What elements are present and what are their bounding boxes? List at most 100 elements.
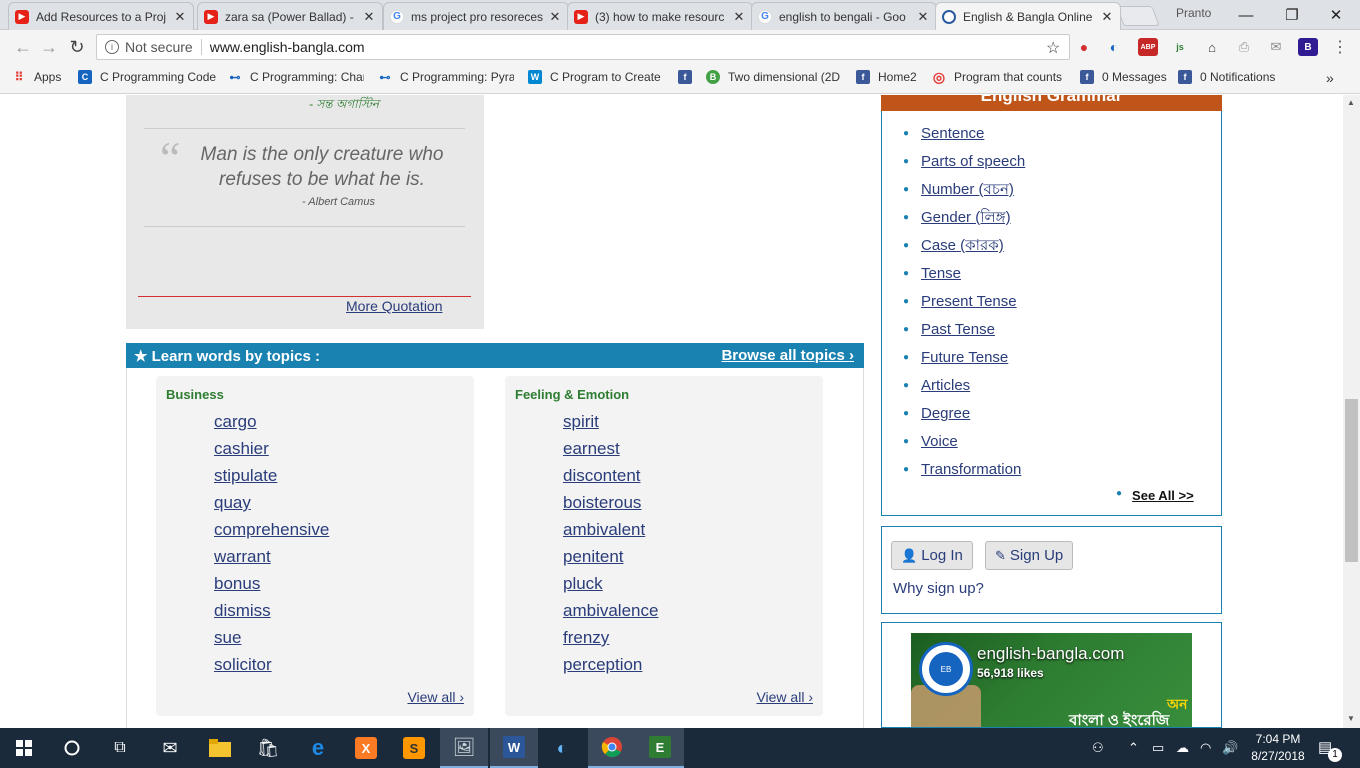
sublime-icon[interactable]: S [390,728,438,768]
close-icon[interactable]: ✕ [548,9,562,25]
people-icon[interactable]: ⚇ [1092,740,1104,756]
extension-b-icon[interactable]: B [1298,38,1318,56]
extension-mail-icon[interactable]: ✉ [1266,38,1286,56]
profile-name[interactable]: Pranto [1176,6,1211,20]
close-icon[interactable]: ✕ [1100,9,1114,25]
word-link[interactable]: cashier [214,439,269,458]
word-link[interactable]: ambivalence [563,601,658,620]
file-explorer-icon[interactable] [196,728,244,768]
close-icon[interactable]: ✕ [732,9,746,25]
grammar-link[interactable]: Parts of speech [921,152,1025,172]
word-link[interactable]: pluck [563,574,603,593]
reload-icon[interactable]: ↻ [66,36,88,58]
word-link[interactable]: cargo [214,412,257,431]
bookmarks-overflow-icon[interactable]: » [1326,70,1334,86]
word-link[interactable]: sue [214,628,241,647]
scroll-down-icon[interactable]: ▼ [1347,714,1355,723]
maximize-button[interactable]: ❐ [1272,2,1312,28]
word-link[interactable]: perception [563,655,642,674]
word-link[interactable]: warrant [214,547,271,566]
word-link[interactable]: comprehensive [214,520,329,539]
store-icon[interactable]: 🛍 [244,728,292,768]
signup-button[interactable]: ✎ Sign Up [985,541,1074,570]
menu-icon[interactable]: ⋮ [1330,38,1350,56]
word-link[interactable]: frenzy [563,628,609,647]
extension-bird-icon[interactable]: ◐ [1104,38,1124,56]
close-icon[interactable]: ✕ [362,9,376,25]
close-icon[interactable]: ✕ [173,9,187,25]
view-all-link[interactable]: View all › [407,689,464,705]
extension-red-icon[interactable]: ● [1074,38,1094,56]
word-icon[interactable]: W [490,728,538,768]
word-link[interactable]: quay [214,493,251,512]
back-arrow-icon[interactable]: ← [12,36,34,58]
bookmark-two-dimensional[interactable]: B Two dimensional (2D [706,70,844,84]
word-link[interactable]: discontent [563,466,641,485]
facebook-page-name[interactable]: english-bangla.com [977,644,1124,664]
extension-pdf-icon[interactable]: ⎙ [1234,38,1254,56]
word-link[interactable]: stipulate [214,466,277,485]
tab-2[interactable]: ▶ zara sa (Power Ballad) - ✕ [197,2,383,30]
search-circle-icon[interactable] [48,728,96,768]
bookmark-c-program-to-create[interactable]: W C Program to Create [528,70,662,84]
bookmark-notifications[interactable]: f 0 Notifications [1178,70,1282,84]
bookmark-star-icon[interactable]: ☆ [1046,38,1060,58]
bookmark-c-programming-pyra[interactable]: ⊷ C Programming: Pyra [378,70,515,84]
view-all-link[interactable]: View all › [756,689,813,705]
browse-all-topics-link[interactable]: Browse all topics › [721,347,854,364]
tab-3[interactable]: G ms project pro resoreces ✕ [383,2,569,30]
tab-5[interactable]: G english to bengali - Goo ✕ [751,2,937,30]
grammar-link[interactable]: Present Tense [921,292,1017,312]
chevron-up-icon[interactable]: ⌃ [1128,740,1139,756]
facebook-banner[interactable]: EB english-bangla.com 56,918 likes অন বা… [911,633,1192,727]
grammar-link[interactable]: Gender (লিঙ্গ) [921,208,1011,228]
edge-icon[interactable]: e [294,728,342,768]
extension-lock-icon[interactable]: ⌂ [1202,38,1222,56]
word-link[interactable]: dismiss [214,601,271,620]
excel-like-icon[interactable]: E [636,728,684,768]
adblock-icon[interactable]: ABP [1138,38,1158,56]
word-link[interactable]: solicitor [214,655,272,674]
grammar-link[interactable]: Tense [921,264,961,284]
word-link[interactable]: bonus [214,574,260,593]
grammar-link[interactable]: Voice [921,432,958,452]
see-all-link[interactable]: See All >> [1132,488,1194,503]
bookmark-home2[interactable]: f Home2 [856,70,920,84]
grammar-link[interactable]: Number (বচন) [921,180,1014,200]
forward-arrow-icon[interactable]: → [38,36,60,58]
word-link[interactable]: spirit [563,412,599,431]
word-link[interactable]: boisterous [563,493,641,512]
bookmark-program-that-counts[interactable]: ◎ Program that counts [932,70,1066,84]
window-close-button[interactable]: ✕ [1316,2,1356,28]
bookmark-c-programming-code[interactable]: C C Programming Code [78,70,216,84]
wifi-icon[interactable]: ◠ [1200,740,1211,756]
login-button[interactable]: 👤 Log In [891,541,973,570]
more-quotation-link[interactable]: More Quotation [346,298,443,314]
bird-app-icon[interactable]: ◐ [538,728,586,768]
tab-4[interactable]: ▶ (3) how to make resourc ✕ [567,2,753,30]
address-bar[interactable]: i Not secure www.english-bangla.com [96,34,1070,60]
mail-icon[interactable]: ✉ [146,728,194,768]
grammar-link[interactable]: Transformation [921,460,1021,480]
word-link[interactable]: earnest [563,439,620,458]
grammar-link[interactable]: Case (কারক) [921,236,1004,256]
grammar-link[interactable]: Future Tense [921,348,1008,368]
bookmark-apps[interactable]: ⠿ Apps [12,70,72,84]
xampp-icon[interactable]: X [342,728,390,768]
tab-1[interactable]: ▶ Add Resources to a Proj ✕ [8,2,194,30]
word-link[interactable]: ambivalent [563,520,645,539]
task-view-icon[interactable]: ⧉ [96,728,144,768]
grammar-link[interactable]: Past Tense [921,320,995,340]
word-link[interactable]: penitent [563,547,624,566]
bookmark-c-programming-char[interactable]: ⊷ C Programming: Char [228,70,365,84]
grammar-link[interactable]: Degree [921,404,970,424]
grammar-link[interactable]: Articles [921,376,970,396]
close-icon[interactable]: ✕ [916,9,930,25]
system-clock[interactable]: 7:04 PM 8/27/2018 [1248,731,1308,765]
start-button[interactable] [0,728,48,768]
app-icon[interactable]: 🖼 [440,728,488,768]
info-icon[interactable]: i [105,40,119,54]
minimize-button[interactable]: — [1226,2,1266,28]
battery-icon[interactable]: ▭ [1152,740,1164,756]
onedrive-icon[interactable]: ☁ [1176,740,1189,756]
